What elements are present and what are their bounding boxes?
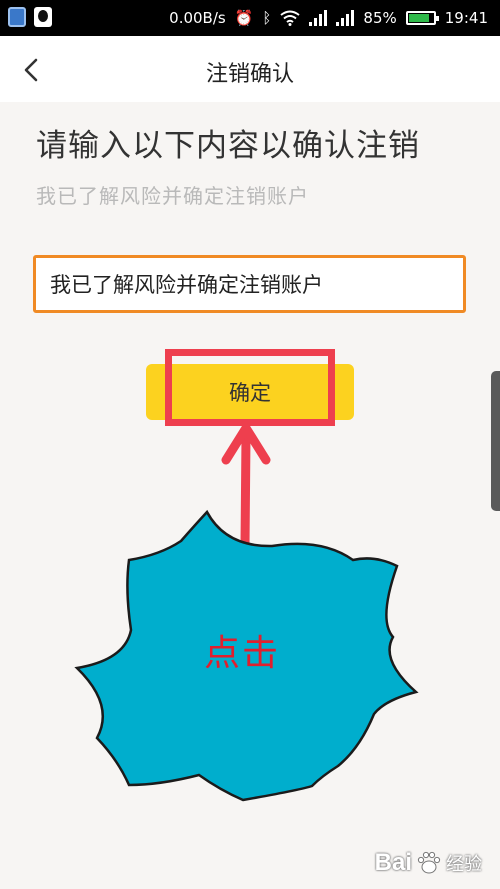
pointer-arrow — [221, 423, 271, 550]
tutorial-overlay — [74, 423, 419, 802]
watermark-brand: Bai — [374, 849, 412, 876]
baidu-watermark: Bai 经验 — [375, 849, 482, 877]
watermark-suffix: 经验 — [446, 854, 482, 874]
click-annotation-label: 点击 — [204, 633, 281, 674]
paw-icon — [417, 851, 441, 874]
